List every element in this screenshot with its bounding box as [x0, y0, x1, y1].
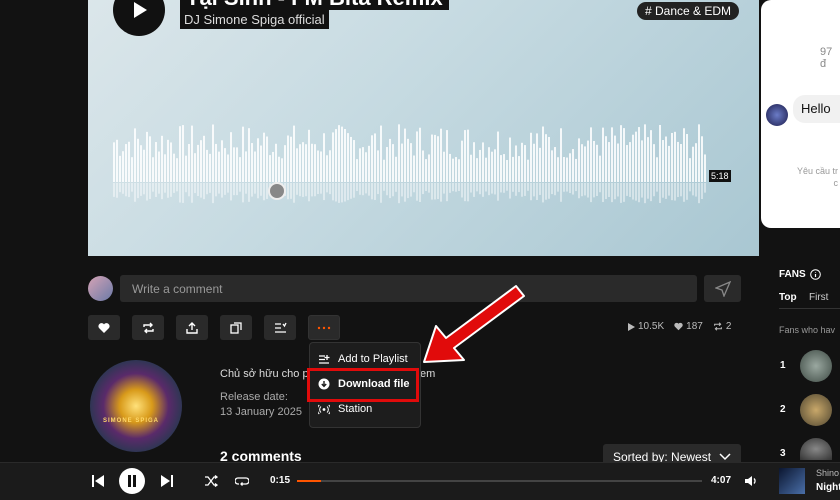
plays-count: 10.5K	[638, 321, 665, 332]
repost-button[interactable]	[132, 315, 164, 340]
reposts-icon	[713, 322, 722, 331]
artist-link[interactable]: DJ Simone Spiga official	[180, 10, 329, 29]
release-date-label: Release date:	[220, 391, 288, 403]
likes-icon	[674, 322, 683, 331]
genre-tag[interactable]: # Dance & EDM	[637, 2, 740, 20]
commenter-avatar-on-waveform[interactable]	[268, 182, 286, 200]
likes-count: 187	[686, 321, 703, 332]
comment-input[interactable]	[120, 275, 697, 302]
tab-top-fans[interactable]: Top	[779, 292, 797, 303]
now-playing-title[interactable]: Night	[816, 482, 840, 493]
track-stats: 10.5K 187 2	[627, 321, 731, 332]
menu-item-label: Add to Playlist	[338, 353, 408, 365]
fans-title: FANS	[779, 269, 821, 280]
station-icon	[318, 404, 330, 414]
queue-icon	[274, 322, 287, 333]
cover-art-label: SIMONE SPIGA	[103, 418, 160, 424]
chat-avatar	[766, 104, 788, 126]
play-icon	[134, 2, 147, 18]
fan-avatar[interactable]	[800, 350, 832, 382]
share-button[interactable]	[176, 315, 208, 340]
repost-icon	[142, 322, 154, 333]
shuffle-button[interactable]	[201, 471, 221, 491]
pause-button[interactable]	[119, 468, 145, 494]
info-icon[interactable]	[809, 269, 821, 280]
plays-icon	[628, 322, 635, 331]
share-icon	[186, 321, 198, 334]
now-playing-artist[interactable]: Shino	[816, 468, 839, 478]
fan-rank: 1	[780, 360, 786, 371]
fan-rank: 3	[780, 448, 786, 459]
repeat-button[interactable]	[232, 471, 252, 491]
repeat-icon	[235, 477, 249, 486]
tab-first-fans[interactable]: First	[809, 292, 828, 303]
now-playing-artwork[interactable]	[779, 468, 805, 494]
artist-cover-art[interactable]	[90, 360, 182, 452]
send-icon	[714, 280, 731, 297]
fan-avatar[interactable]	[800, 438, 832, 460]
fans-description: Fans who hav	[779, 325, 836, 335]
download-highlight-box	[307, 368, 419, 402]
menu-item-station[interactable]: Station	[318, 403, 372, 415]
owner-text: Chủ sở hữu cho p	[220, 368, 309, 380]
shuffle-icon	[205, 475, 218, 487]
fans-title-text: FANS	[779, 269, 806, 280]
previous-track-button[interactable]	[88, 471, 108, 491]
next-track-button[interactable]	[157, 471, 177, 491]
menu-item-add-to-playlist[interactable]: Add to Playlist	[318, 353, 408, 365]
more-button[interactable]	[308, 315, 340, 340]
user-avatar	[88, 276, 113, 301]
tabs-divider	[779, 308, 840, 309]
volume-button[interactable]	[741, 471, 761, 491]
skip-back-icon	[92, 475, 104, 487]
reposts-count: 2	[725, 321, 732, 332]
add-to-queue-button[interactable]	[264, 315, 296, 340]
track-title: Tại Sinh - FM Bita Remix	[180, 0, 449, 10]
copy-icon	[230, 321, 242, 334]
send-comment-button[interactable]	[704, 275, 741, 302]
likes-stat[interactable]: 187	[674, 321, 703, 332]
chat-footer-line2: c	[833, 178, 839, 188]
chat-count: 97 đ	[820, 46, 833, 70]
release-date: 13 January 2025	[220, 406, 302, 418]
waveform[interactable]	[113, 120, 713, 210]
chevron-down-icon	[719, 453, 731, 461]
fan-rank: 2	[780, 404, 786, 415]
current-time: 0:15	[270, 475, 291, 486]
heart-icon	[98, 322, 110, 333]
total-time: 4:07	[711, 475, 732, 486]
menu-item-label: Station	[338, 403, 373, 415]
fan-avatar[interactable]	[800, 394, 832, 426]
pause-icon	[128, 475, 136, 487]
reposts-stat[interactable]: 2	[713, 321, 732, 332]
volume-icon	[745, 476, 756, 486]
playlist-icon	[319, 354, 330, 364]
progress-track[interactable]	[297, 480, 702, 482]
more-icon	[317, 326, 331, 329]
annotation-arrow-icon	[423, 285, 525, 363]
plays-stat: 10.5K	[627, 321, 664, 332]
like-button[interactable]	[88, 315, 120, 340]
duration-badge: 5:18	[709, 170, 731, 182]
chat-footer: Yêu cầu tr c	[797, 165, 838, 189]
progress-fill	[297, 480, 322, 482]
chat-message: Hello	[793, 95, 840, 123]
chat-footer-line1: Yêu cầu tr	[797, 166, 839, 176]
skip-forward-icon	[161, 475, 173, 487]
copy-link-button[interactable]	[220, 315, 252, 340]
